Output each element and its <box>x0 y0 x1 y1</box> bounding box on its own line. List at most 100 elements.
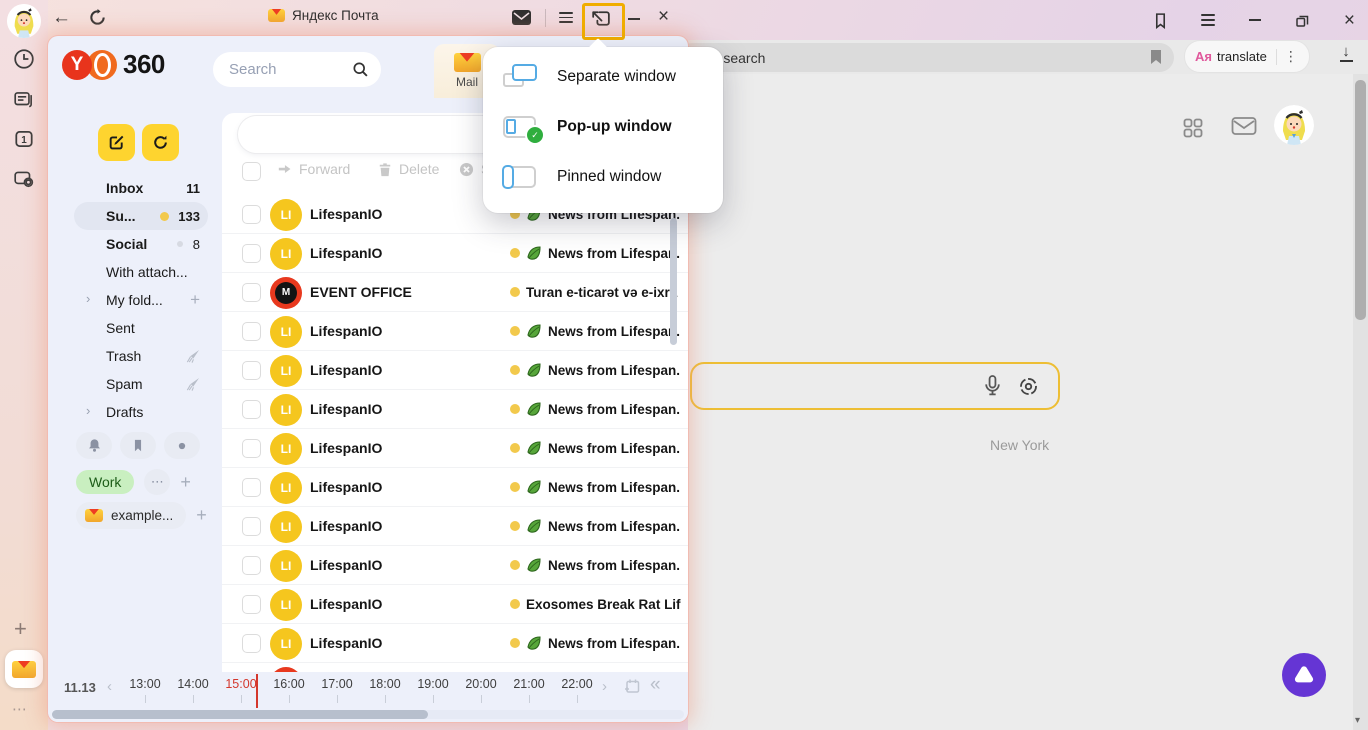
translate-more-icon[interactable]: ⋮ <box>1284 48 1298 65</box>
chevron-right-icon[interactable]: › <box>86 291 90 306</box>
search-suggestion[interactable]: New York <box>990 437 1049 453</box>
refresh-mail-button[interactable] <box>142 124 179 161</box>
sidebar-item-trash[interactable]: Trash <box>74 342 208 370</box>
browser-minimize-button[interactable] <box>1244 9 1265 31</box>
delete-button[interactable]: Delete <box>378 161 439 177</box>
mail-row[interactable]: M EVENT OFFICE Turan e-ticarət və e-ixra <box>222 273 688 312</box>
browser-menu-icon[interactable] <box>1197 9 1218 31</box>
add-panel-icon[interactable]: + <box>14 618 27 640</box>
browser-restore-button[interactable] <box>1292 9 1313 31</box>
mail-row[interactable]: LI LifespanIO News from Lifespan. <box>222 429 688 468</box>
history-icon[interactable] <box>13 48 35 70</box>
popup-close-button[interactable]: × <box>658 7 669 26</box>
mail-search-input[interactable]: Search <box>213 52 381 87</box>
tick <box>337 695 338 703</box>
select-all-checkbox[interactable] <box>242 162 261 181</box>
sidebar-item-with-attachments[interactable]: With attach... <box>74 258 208 286</box>
row-checkbox[interactable] <box>242 556 261 575</box>
mail-row[interactable]: LI LifespanIO News from Lifespan. <box>222 234 688 273</box>
add-event-icon[interactable] <box>624 678 641 695</box>
horizontal-scrollbar-thumb[interactable] <box>52 710 428 719</box>
address-bar[interactable]: net search <box>678 43 1174 72</box>
back-icon[interactable]: ← <box>52 7 71 29</box>
compose-button[interactable] <box>98 124 135 161</box>
scrollbar-down-icon[interactable]: ▾ <box>1355 715 1360 726</box>
downloads-button[interactable]: ↓ <box>1336 45 1356 67</box>
row-checkbox[interactable] <box>242 322 261 341</box>
mail-row[interactable]: LI LifespanIO News from Lifespan. <box>222 507 688 546</box>
tag-work[interactable]: Work <box>76 470 134 494</box>
browser-close-button[interactable]: × <box>1339 9 1360 31</box>
bookmark-flag-icon[interactable] <box>1150 50 1162 65</box>
row-checkbox[interactable] <box>242 283 261 302</box>
add-folder-icon[interactable]: + <box>190 290 200 310</box>
broom-icon[interactable] <box>185 349 200 364</box>
folder-label: With attach... <box>106 264 188 280</box>
mail-row[interactable]: LI LifespanIO Exosomes Break Rat Lif <box>222 585 688 624</box>
chevron-right-icon[interactable]: › <box>86 403 90 418</box>
mail-row[interactable]: LI LifespanIO News from Lifespan. <box>222 312 688 351</box>
menu-item-popup-window[interactable]: ✓ Pop-up window <box>483 102 723 152</box>
horizontal-scrollbar[interactable] <box>52 710 684 719</box>
row-checkbox[interactable] <box>242 244 261 263</box>
add-tag-icon[interactable]: + <box>180 472 191 493</box>
row-checkbox[interactable] <box>242 595 261 614</box>
forward-button[interactable]: Forward <box>277 161 350 177</box>
bookmarks-icon[interactable] <box>1150 9 1171 31</box>
feed-icon[interactable] <box>13 88 35 110</box>
collapse-timeline-icon[interactable]: « <box>650 674 661 696</box>
account-pill[interactable]: example... <box>76 502 186 529</box>
titlebar-mail-icon[interactable] <box>511 9 532 26</box>
menu-item-separate-window[interactable]: Separate window <box>483 52 723 102</box>
screenshot-icon[interactable] <box>13 168 35 190</box>
mail-row[interactable]: LI LifespanIO News from Lifespan. <box>222 468 688 507</box>
broom-icon[interactable] <box>185 377 200 392</box>
mail-row[interactable]: LI LifespanIO News from Lifespan. <box>222 546 688 585</box>
list-scrollbar-thumb[interactable] <box>670 218 677 345</box>
refresh-icon[interactable] <box>88 8 107 27</box>
mail-envelope-icon[interactable] <box>1231 116 1257 136</box>
row-checkbox[interactable] <box>242 634 261 653</box>
reminders-filter-button[interactable] <box>76 432 112 459</box>
sidebar-item-social[interactable]: Social 8 <box>74 230 208 258</box>
popup-minimize-button[interactable] <box>628 18 640 20</box>
row-checkbox[interactable] <box>242 478 261 497</box>
row-checkbox[interactable] <box>242 439 261 458</box>
menu-item-pinned-window[interactable]: Pinned window <box>483 152 723 202</box>
mail-row[interactable]: LI LifespanIO News from Lifespan. <box>222 390 688 429</box>
popup-menu-icon[interactable] <box>559 12 573 23</box>
sidebar-item-subscriptions[interactable]: Su... 133 <box>74 202 208 230</box>
mail-app-icon[interactable] <box>5 650 43 688</box>
mail-row[interactable]: LI LifespanIO News from Lifespan. <box>222 351 688 390</box>
timeline-next-icon[interactable]: › <box>602 678 607 695</box>
search-icon[interactable] <box>352 61 369 78</box>
sidebar-item-sent[interactable]: Sent <box>74 314 208 342</box>
strip-more-icon[interactable]: ⋯ <box>12 700 28 718</box>
services-grid-icon[interactable] <box>1183 118 1203 138</box>
image-search-icon[interactable] <box>1017 375 1040 398</box>
add-account-icon[interactable]: + <box>196 505 207 526</box>
mic-icon[interactable] <box>982 374 1003 398</box>
sidebar-item-my-folders[interactable]: › My fold... + <box>74 286 208 314</box>
user-avatar[interactable] <box>1274 105 1314 145</box>
tag-more-icon[interactable]: ⋯ <box>144 469 170 495</box>
translate-button[interactable]: Aя translate ⋮ <box>1185 41 1309 72</box>
dot-filter-button[interactable] <box>164 432 200 459</box>
row-checkbox[interactable] <box>242 205 261 224</box>
sidebar-item-drafts[interactable]: › Drafts <box>74 398 208 426</box>
profile-avatar[interactable] <box>7 4 41 38</box>
alisa-assistant-button[interactable] <box>1282 653 1326 697</box>
row-checkbox[interactable] <box>242 361 261 380</box>
sidebar-item-spam[interactable]: Spam <box>74 370 208 398</box>
browser-scrollbar[interactable]: ▾ <box>1353 74 1368 730</box>
mail-row[interactable]: LI LifespanIO News from Lifespan. <box>222 624 688 663</box>
bookmarks-filter-button[interactable] <box>120 432 156 459</box>
scrollbar-thumb[interactable] <box>1355 80 1366 320</box>
sidebar-item-inbox[interactable]: Inbox 11 <box>74 174 208 202</box>
mail-row-partial[interactable] <box>222 663 688 672</box>
timeline-prev-icon[interactable]: ‹ <box>107 678 112 695</box>
yandex-search-box[interactable] <box>690 362 1060 410</box>
tabs-count-icon[interactable]: 1 <box>13 128 35 150</box>
row-checkbox[interactable] <box>242 517 261 536</box>
row-checkbox[interactable] <box>242 400 261 419</box>
